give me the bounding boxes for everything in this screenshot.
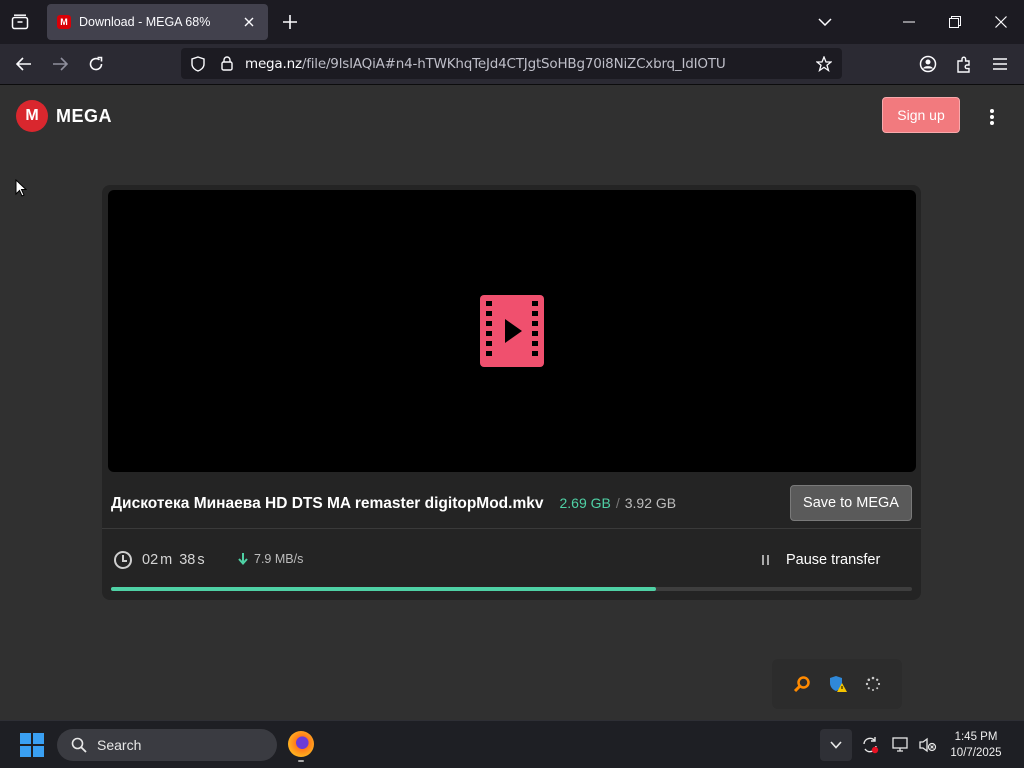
taskbar-search-box[interactable]: Search (57, 729, 277, 761)
mega-logo-mark: M (16, 100, 48, 132)
total-size: 3.92 GB (624, 495, 677, 511)
time-seconds-unit: s (197, 552, 205, 568)
mouse-cursor-icon (15, 179, 27, 197)
restore-button[interactable] (939, 6, 971, 38)
size-separator: / (615, 495, 620, 511)
kebab-dot (990, 115, 994, 119)
file-name: Дискотека Минаева HD DTS MA remaster dig… (111, 495, 544, 512)
running-indicator (298, 760, 304, 762)
file-info: Дискотека Минаева HD DTS MA remaster dig… (111, 495, 676, 513)
restore-icon (949, 16, 961, 28)
download-progress-fill (111, 587, 656, 591)
windows-taskbar: Search 1:45 PM 10/7/2025 (0, 720, 1024, 768)
plus-icon (283, 15, 297, 29)
minimize-icon (903, 21, 915, 23)
search-label: Search (97, 737, 142, 753)
time-seconds: 38 (179, 552, 196, 568)
puzzle-icon (957, 56, 970, 73)
clock-icon (114, 551, 132, 569)
sign-up-button[interactable]: Sign up (882, 97, 960, 133)
tab-close-button[interactable] (240, 13, 258, 31)
minimize-button[interactable] (893, 6, 925, 38)
star-icon[interactable] (816, 55, 832, 72)
security-warning-icon[interactable] (828, 675, 848, 693)
chevron-down-icon (830, 741, 842, 749)
pause-transfer-button[interactable]: Pause transfer (762, 552, 880, 568)
extensions-button[interactable] (950, 50, 978, 78)
hamburger-icon (993, 58, 1007, 70)
time-minutes-unit: m (160, 552, 173, 568)
window-close-button[interactable] (985, 6, 1017, 38)
account-button[interactable] (914, 50, 942, 78)
reload-button[interactable] (82, 50, 110, 78)
search-icon (71, 737, 87, 753)
list-all-tabs-button[interactable] (809, 6, 841, 38)
back-button[interactable] (10, 50, 38, 78)
browser-tab-bar: M Download - MEGA 68% (0, 0, 1024, 44)
account-icon (919, 55, 937, 73)
network-status-icon[interactable] (891, 735, 911, 755)
mega-logo[interactable]: M MEGA (16, 100, 112, 132)
speaker-muted-icon (919, 737, 937, 753)
back-arrow-icon (16, 57, 31, 71)
show-hidden-icons-button[interactable] (820, 729, 852, 761)
browser-nav-bar: mega.nz/file/9lsIAQiA#n4-hTWKhqTeJd4CTJg… (0, 44, 1024, 85)
tab-list-icon (11, 14, 29, 30)
pause-transfer-label: Pause transfer (786, 552, 881, 568)
windows-start-icon[interactable] (20, 733, 44, 757)
loading-spinner-icon[interactable] (865, 676, 881, 692)
sync-status-icon[interactable] (860, 735, 880, 755)
clock-time: 1:45 PM (954, 731, 998, 743)
app-menu-button[interactable] (986, 50, 1014, 78)
forward-arrow-icon (53, 57, 68, 71)
forward-button[interactable] (46, 50, 74, 78)
download-arrow-icon (238, 553, 248, 565)
volume-status-icon[interactable] (918, 735, 938, 755)
kebab-dot (990, 109, 994, 113)
save-to-mega-button[interactable]: Save to MEGA (790, 485, 912, 521)
more-options-button[interactable] (982, 105, 1002, 129)
new-tab-button[interactable] (278, 10, 302, 34)
kebab-dot (990, 121, 994, 125)
reload-icon (89, 56, 103, 71)
url-host: mega.nz (245, 55, 302, 72)
chevron-down-icon (818, 18, 832, 26)
close-icon (995, 16, 1007, 28)
video-preview (108, 190, 916, 472)
url-path: /file/9lsIAQiA#n4-hTWKhqTeJd4CTJgtSoHBg7… (301, 55, 726, 72)
url-text: mega.nz/file/9lsIAQiA#n4-hTWKhqTeJd4CTJg… (245, 56, 816, 72)
shield-icon (191, 55, 205, 72)
lock-icon (221, 56, 233, 71)
tab-title: Download - MEGA 68% (79, 15, 211, 29)
download-card: Дискотека Минаева HD DTS MA remaster dig… (102, 185, 921, 600)
mega-favicon: M (57, 15, 71, 29)
downloaded-size: 2.69 GB (559, 495, 611, 511)
mega-logo-text: MEGA (56, 105, 112, 126)
magnifier-app-icon[interactable] (793, 675, 811, 693)
time-minutes: 02 (142, 552, 159, 568)
download-progress-bar (111, 587, 912, 591)
time-remaining: 02 m 38 s (114, 551, 205, 569)
divider (102, 528, 921, 529)
close-icon (244, 17, 254, 27)
sync-icon (863, 737, 879, 754)
address-bar[interactable]: mega.nz/file/9lsIAQiA#n4-hTWKhqTeJd4CTJg… (181, 48, 842, 79)
firefox-taskbar-icon[interactable] (288, 731, 314, 757)
mega-page: M MEGA Sign up Дискотека Минаева HD DTS … (0, 85, 1024, 720)
taskbar-clock[interactable]: 1:45 PM 10/7/2025 (946, 729, 1006, 761)
pause-icon (762, 555, 772, 565)
active-tab[interactable]: M Download - MEGA 68% (47, 4, 268, 40)
transfer-speed: 7.9 MB/s (238, 552, 303, 566)
speed-value: 7.9 MB/s (254, 552, 304, 566)
video-file-icon (480, 295, 544, 367)
file-size: 2.69 GB/3.92 GB (559, 495, 676, 511)
monitor-network-icon (892, 737, 908, 752)
clock-date: 10/7/2025 (950, 747, 1002, 759)
tab-list-button[interactable] (6, 8, 34, 36)
tray-overflow-popup (772, 659, 902, 709)
